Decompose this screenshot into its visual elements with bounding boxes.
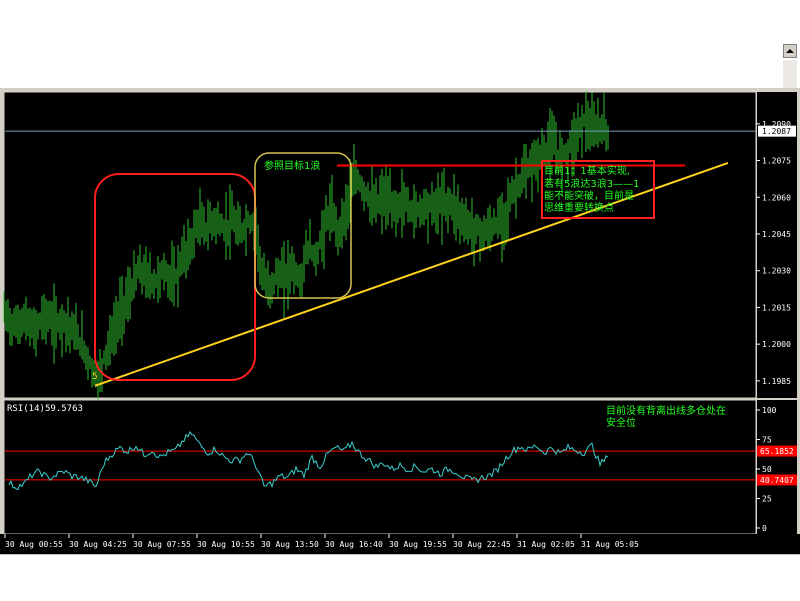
rsi-value-label: 59.5763 bbox=[45, 404, 83, 414]
arrow-up-icon bbox=[786, 49, 794, 53]
price-tick-label: 1.2060 bbox=[762, 193, 791, 202]
scrollbar-track[interactable] bbox=[783, 60, 797, 88]
time-tick-label: 30 Aug 00:55 bbox=[5, 540, 63, 549]
status-area bbox=[0, 554, 800, 601]
time-tick-label: 30 Aug 16:40 bbox=[325, 540, 383, 549]
rsi-tick-label: 25 bbox=[762, 495, 772, 504]
price-tick-label: 1.2000 bbox=[762, 340, 791, 349]
rsi-panel bbox=[3, 399, 757, 535]
chart-svg[interactable]: 1.20901.20751.20601.20451.20301.20151.20… bbox=[0, 88, 800, 554]
price-tick-label: 1.2030 bbox=[762, 267, 791, 276]
rsi-tick-label: 75 bbox=[762, 436, 772, 445]
price-tick-label: 1.2075 bbox=[762, 157, 791, 166]
time-tick-label: 30 Aug 13:50 bbox=[261, 540, 319, 549]
note-line-2: 若有5浪达3浪3——1 bbox=[544, 177, 639, 190]
current-price-label: 1.2087 bbox=[762, 127, 791, 136]
time-tick-label: 30 Aug 19:55 bbox=[389, 540, 447, 549]
arrow-marker-label: 5 bbox=[92, 372, 98, 382]
scroll-up-button[interactable] bbox=[783, 44, 797, 58]
rsi-label: RSI(14) bbox=[7, 404, 45, 414]
time-tick-label: 30 Aug 10:55 bbox=[197, 540, 255, 549]
rsi-tick-label: 50 bbox=[762, 465, 772, 474]
rsi-level-label: 65.1852 bbox=[760, 447, 794, 456]
rsi-level-label: 40.7407 bbox=[760, 476, 794, 485]
note-line-4: 思维重要转换点 bbox=[544, 201, 614, 214]
price-panel bbox=[3, 91, 757, 399]
time-tick-label: 30 Aug 07:55 bbox=[133, 540, 191, 549]
price-tick-label: 1.1985 bbox=[762, 377, 791, 386]
time-tick-label: 31 Aug 02:05 bbox=[517, 540, 575, 549]
rsi-tick-label: 0 bbox=[762, 524, 767, 533]
price-axis-area bbox=[757, 92, 797, 398]
rsi-note-line-2: 安全位 bbox=[606, 416, 636, 429]
price-tick-label: 1.2045 bbox=[762, 230, 791, 239]
rsi-tick-label: 100 bbox=[762, 406, 777, 415]
time-tick-label: 30 Aug 22:45 bbox=[453, 540, 511, 549]
time-tick-label: 30 Aug 04:25 bbox=[69, 540, 127, 549]
window-top-area bbox=[0, 0, 800, 88]
note-line-3: 能不能突破，目前是 bbox=[544, 189, 634, 202]
target-wave-label: 参照目标1浪 bbox=[264, 159, 320, 172]
price-tick-label: 1.2015 bbox=[762, 303, 791, 312]
rsi-note-line-1: 目前没有背离出线多仓处在 bbox=[606, 404, 726, 417]
time-tick-label: 31 Aug 05:05 bbox=[581, 540, 639, 549]
note-line-1: 目前1：1基本实现, bbox=[544, 164, 630, 177]
